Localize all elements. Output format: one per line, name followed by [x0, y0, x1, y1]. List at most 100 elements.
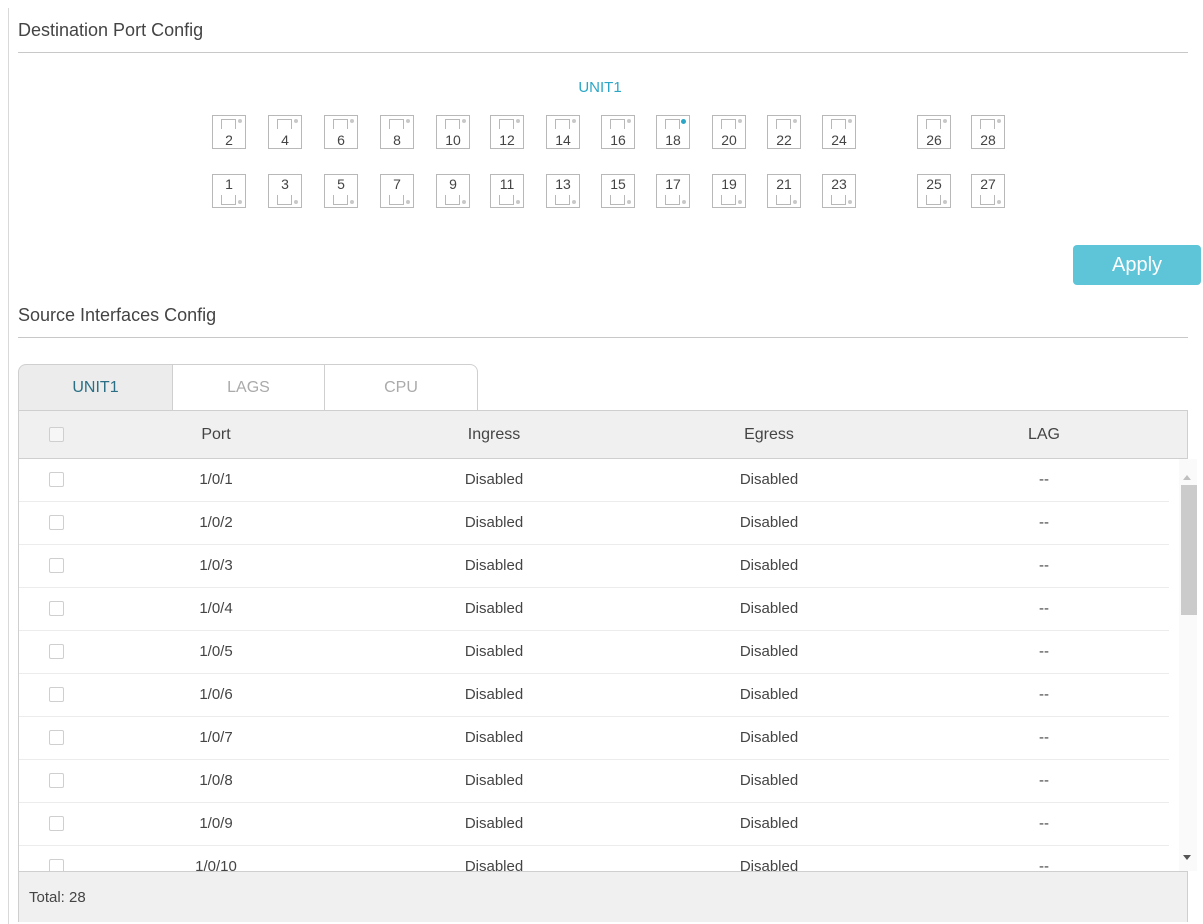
- row-checkbox[interactable]: [49, 515, 64, 530]
- port-18[interactable]: 18: [656, 115, 690, 149]
- port-6[interactable]: 6: [324, 115, 358, 149]
- tab-unit1[interactable]: UNIT1: [18, 364, 173, 411]
- row-checkbox[interactable]: [49, 773, 64, 788]
- port-status-led-icon: [406, 119, 410, 123]
- port-status-led-icon: [793, 200, 797, 204]
- page-left-border: [8, 8, 9, 924]
- port-number: 27: [980, 176, 996, 192]
- port-2[interactable]: 2: [212, 115, 246, 149]
- port-status-led-icon: [238, 200, 242, 204]
- port-status-led-icon: [350, 200, 354, 204]
- port-9[interactable]: 9: [436, 174, 470, 208]
- port-jack-icon: [721, 119, 736, 129]
- port-status-led-icon: [572, 119, 576, 123]
- port-jack-icon: [831, 119, 846, 129]
- port-status-led-icon: [627, 119, 631, 123]
- port-4[interactable]: 4: [268, 115, 302, 149]
- column-header-egress[interactable]: Egress: [684, 426, 854, 444]
- row-checkbox[interactable]: [49, 730, 64, 745]
- port-12[interactable]: 12: [490, 115, 524, 149]
- port-number: 28: [980, 132, 996, 148]
- port-24[interactable]: 24: [822, 115, 856, 149]
- port-number: 9: [449, 176, 457, 192]
- port-number: 22: [776, 132, 792, 148]
- table-row[interactable]: 1/0/2 Disabled Disabled --: [19, 502, 1169, 545]
- port-status-led-icon: [943, 200, 947, 204]
- port-jack-icon: [499, 195, 514, 205]
- cell-port: 1/0/3: [199, 557, 233, 574]
- port-16[interactable]: 16: [601, 115, 635, 149]
- port-11[interactable]: 11: [490, 174, 524, 208]
- port-15[interactable]: 15: [601, 174, 635, 208]
- cell-port: 1/0/4: [199, 600, 233, 617]
- row-checkbox[interactable]: [49, 558, 64, 573]
- port-1[interactable]: 1: [212, 174, 246, 208]
- apply-button[interactable]: Apply: [1073, 245, 1201, 285]
- port-20[interactable]: 20: [712, 115, 746, 149]
- tab-cpu[interactable]: CPU: [324, 364, 478, 411]
- column-header-ingress[interactable]: Ingress: [409, 426, 579, 444]
- table-row[interactable]: 1/0/3 Disabled Disabled --: [19, 545, 1169, 588]
- row-checkbox[interactable]: [49, 472, 64, 487]
- port-jack-icon: [776, 195, 791, 205]
- port-28[interactable]: 28: [971, 115, 1005, 149]
- table-row[interactable]: 1/0/6 Disabled Disabled --: [19, 674, 1169, 717]
- port-number: 18: [665, 132, 681, 148]
- column-header-lag[interactable]: LAG: [959, 426, 1129, 444]
- scroll-thumb[interactable]: [1181, 485, 1197, 615]
- port-jack-icon: [665, 195, 680, 205]
- cell-egress: Disabled: [739, 729, 799, 746]
- port-14[interactable]: 14: [546, 115, 580, 149]
- table-row[interactable]: 1/0/1 Disabled Disabled --: [19, 459, 1169, 502]
- port-number: 5: [337, 176, 345, 192]
- port-jack-icon: [610, 195, 625, 205]
- table-row[interactable]: 1/0/9 Disabled Disabled --: [19, 803, 1169, 846]
- port-status-led-icon: [682, 200, 686, 204]
- port-22[interactable]: 22: [767, 115, 801, 149]
- table-row[interactable]: 1/0/7 Disabled Disabled --: [19, 717, 1169, 760]
- port-3[interactable]: 3: [268, 174, 302, 208]
- port-status-led-icon: [627, 200, 631, 204]
- port-number: 17: [665, 176, 681, 192]
- port-26[interactable]: 26: [917, 115, 951, 149]
- port-8[interactable]: 8: [380, 115, 414, 149]
- cell-egress: Disabled: [739, 772, 799, 789]
- port-19[interactable]: 19: [712, 174, 746, 208]
- cell-ingress: Disabled: [464, 729, 524, 746]
- table-scrollbar[interactable]: [1179, 459, 1197, 871]
- port-status-led-icon: [516, 200, 520, 204]
- port-25[interactable]: 25: [917, 174, 951, 208]
- port-5[interactable]: 5: [324, 174, 358, 208]
- port-23[interactable]: 23: [822, 174, 856, 208]
- source-section-title: Source Interfaces Config: [18, 305, 217, 325]
- row-checkbox[interactable]: [49, 687, 64, 702]
- port-jack-icon: [926, 195, 941, 205]
- tab-lags[interactable]: LAGS: [172, 364, 325, 411]
- port-7[interactable]: 7: [380, 174, 414, 208]
- cell-ingress: Disabled: [464, 686, 524, 703]
- row-checkbox[interactable]: [49, 644, 64, 659]
- row-checkbox[interactable]: [49, 601, 64, 616]
- port-10[interactable]: 10: [436, 115, 470, 149]
- table-row[interactable]: 1/0/4 Disabled Disabled --: [19, 588, 1169, 631]
- select-all-checkbox[interactable]: [49, 427, 64, 442]
- port-27[interactable]: 27: [971, 174, 1005, 208]
- table-row[interactable]: 1/0/8 Disabled Disabled --: [19, 760, 1169, 803]
- source-tabs: UNIT1 LAGS CPU: [18, 364, 478, 411]
- port-jack-icon: [333, 195, 348, 205]
- port-17[interactable]: 17: [656, 174, 690, 208]
- column-header-port[interactable]: Port: [131, 426, 301, 444]
- port-number: 4: [281, 132, 289, 148]
- port-13[interactable]: 13: [546, 174, 580, 208]
- cell-lag: --: [1039, 643, 1049, 660]
- table-row[interactable]: 1/0/5 Disabled Disabled --: [19, 631, 1169, 674]
- port-status-led-icon: [997, 200, 1001, 204]
- cell-ingress: Disabled: [464, 514, 524, 531]
- scroll-down-arrow-icon[interactable]: [1183, 855, 1191, 860]
- row-checkbox[interactable]: [49, 816, 64, 831]
- cell-ingress: Disabled: [464, 557, 524, 574]
- cell-lag: --: [1039, 471, 1049, 488]
- port-21[interactable]: 21: [767, 174, 801, 208]
- port-number: 23: [831, 176, 847, 192]
- scroll-up-arrow-icon[interactable]: [1183, 475, 1191, 480]
